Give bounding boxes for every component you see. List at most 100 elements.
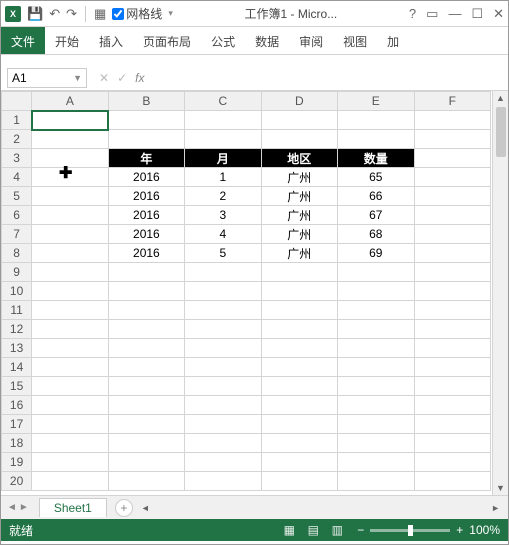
row-header[interactable]: 18 [2,434,32,453]
empty-cell[interactable] [108,282,184,301]
ribbon-options-icon[interactable]: ▭ [426,6,438,22]
scroll-left-icon[interactable]: ◄ [139,503,152,513]
data-cell[interactable]: 2016 [108,168,184,187]
cell[interactable] [32,168,108,187]
maximize-button[interactable]: ☐ [471,6,483,22]
cell[interactable] [414,130,490,149]
cell[interactable] [32,263,108,282]
header-cell[interactable]: 月 [185,149,261,168]
add-sheet-button[interactable]: + [115,499,133,517]
col-header[interactable]: C [185,92,261,111]
empty-cell[interactable] [261,396,337,415]
empty-cell[interactable] [338,282,414,301]
cell[interactable] [32,453,108,472]
data-cell[interactable]: 2016 [108,244,184,263]
sheet-prev-icon[interactable]: ◄ [7,502,17,513]
empty-cell[interactable] [108,263,184,282]
cell[interactable] [338,472,414,491]
cell[interactable] [414,149,490,168]
zoom-slider[interactable] [370,529,450,532]
cell[interactable] [414,415,490,434]
name-box[interactable]: A1 ▼ [7,68,87,88]
empty-cell[interactable] [338,320,414,339]
empty-cell[interactable] [261,377,337,396]
data-cell[interactable]: 66 [338,187,414,206]
cell[interactable] [32,339,108,358]
col-header[interactable]: B [108,92,184,111]
empty-cell[interactable] [261,320,337,339]
cell[interactable] [108,434,184,453]
cell[interactable] [32,282,108,301]
row-header[interactable]: 12 [2,320,32,339]
empty-cell[interactable] [185,282,261,301]
cell[interactable] [414,301,490,320]
scroll-down-icon[interactable]: ▼ [496,481,505,495]
vertical-scrollbar[interactable]: ▲ ▼ [492,91,508,495]
cell[interactable] [414,244,490,263]
col-header[interactable]: A [32,92,108,111]
cell[interactable] [414,225,490,244]
data-cell[interactable]: 65 [338,168,414,187]
cell[interactable] [32,396,108,415]
empty-cell[interactable] [338,263,414,282]
spreadsheet-grid[interactable]: ✚ A B C D E F 1 2 3年月地区数量 420161广州65 520… [1,91,492,495]
sheet-next-icon[interactable]: ► [19,502,29,513]
data-cell[interactable]: 2016 [108,206,184,225]
cell[interactable] [414,282,490,301]
cell[interactable] [185,130,261,149]
header-cell[interactable]: 数量 [338,149,414,168]
row-header[interactable]: 17 [2,415,32,434]
empty-cell[interactable] [108,415,184,434]
cell[interactable] [338,453,414,472]
cell[interactable] [32,320,108,339]
row-header[interactable]: 16 [2,396,32,415]
empty-cell[interactable] [108,339,184,358]
tab-layout[interactable]: 页面布局 [133,27,201,54]
empty-cell[interactable] [261,339,337,358]
formula-input[interactable] [150,68,502,88]
zoom-out-button[interactable]: − [357,523,364,537]
normal-view-icon[interactable]: ▦ [281,523,297,537]
cell[interactable] [32,225,108,244]
data-cell[interactable]: 广州 [261,206,337,225]
empty-cell[interactable] [338,358,414,377]
data-cell[interactable]: 69 [338,244,414,263]
empty-cell[interactable] [185,301,261,320]
col-header[interactable]: F [414,92,490,111]
save-icon[interactable]: 💾 [27,6,43,22]
empty-cell[interactable] [261,282,337,301]
cell[interactable] [414,187,490,206]
cell[interactable] [414,358,490,377]
data-cell[interactable]: 2016 [108,187,184,206]
data-cell[interactable]: 广州 [261,225,337,244]
row-header[interactable]: 14 [2,358,32,377]
cell[interactable] [32,415,108,434]
help-button[interactable]: ? [409,6,416,22]
empty-cell[interactable] [185,415,261,434]
tab-home[interactable]: 开始 [45,27,89,54]
empty-cell[interactable] [338,339,414,358]
tab-review[interactable]: 审阅 [289,27,333,54]
empty-cell[interactable] [261,358,337,377]
header-cell[interactable]: 地区 [261,149,337,168]
cell[interactable] [32,149,108,168]
data-cell[interactable]: 67 [338,206,414,225]
col-header[interactable]: E [338,92,414,111]
cell[interactable] [261,130,337,149]
cell[interactable] [414,434,490,453]
cell[interactable] [261,111,337,130]
sheet-tab[interactable]: Sheet1 [39,498,107,517]
name-box-dropdown-icon[interactable]: ▼ [73,73,82,83]
cell[interactable] [32,301,108,320]
zoom-level[interactable]: 100% [469,523,500,537]
scroll-right-icon[interactable]: ► [489,503,502,513]
cell[interactable] [32,130,108,149]
data-cell[interactable]: 5 [185,244,261,263]
row-header[interactable]: 4 [2,168,32,187]
row-header[interactable]: 7 [2,225,32,244]
cell[interactable] [414,339,490,358]
row-header[interactable]: 13 [2,339,32,358]
data-cell[interactable]: 68 [338,225,414,244]
cell[interactable] [414,396,490,415]
cell[interactable] [108,130,184,149]
